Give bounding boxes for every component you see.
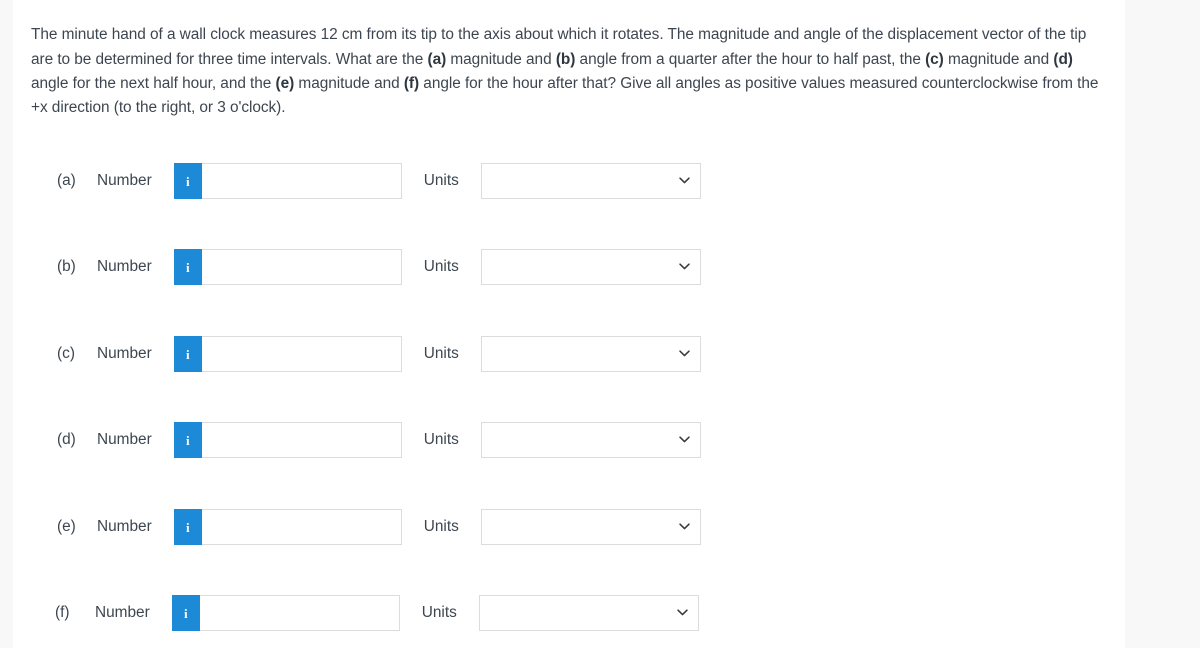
question-part-label: (e): [275, 74, 295, 92]
units-select-c[interactable]: [480, 336, 701, 372]
units-select-wrap-f: [478, 595, 699, 631]
info-icon-e[interactable]: i: [173, 509, 202, 545]
number-label-f: Number: [95, 604, 150, 621]
units-label-c: Units: [423, 345, 459, 362]
row-label-f: (f): [55, 604, 70, 621]
number-input-group-c: i: [173, 336, 402, 372]
units-label-e: Units: [423, 518, 459, 535]
units-select-a[interactable]: [480, 163, 701, 199]
number-label-b: Number: [97, 258, 152, 275]
units-select-wrap-a: [480, 163, 701, 199]
number-input-group-d: i: [173, 422, 402, 458]
answer-row-e: (e) Number i Units: [57, 507, 701, 547]
row-label-b: (b): [57, 258, 76, 275]
right-gutter: [1125, 0, 1200, 648]
number-label-e: Number: [97, 518, 152, 535]
question-part-label: (c): [925, 50, 944, 68]
number-input-a[interactable]: [201, 163, 402, 199]
question-part-label: (f): [403, 74, 420, 92]
row-label-c: (c): [57, 345, 75, 362]
number-label-c: Number: [97, 345, 152, 362]
number-input-e[interactable]: [201, 509, 402, 545]
question-text-fragment: angle from a quarter after the hour to h…: [575, 50, 926, 68]
units-label-f: Units: [421, 604, 457, 621]
row-label-d: (d): [57, 431, 76, 448]
number-input-b[interactable]: [201, 249, 402, 285]
question-text-fragment: magnitude and: [294, 74, 404, 92]
info-icon-c[interactable]: i: [173, 336, 202, 372]
number-label-d: Number: [97, 431, 152, 448]
info-icon-b[interactable]: i: [173, 249, 202, 285]
units-select-wrap-c: [480, 336, 701, 372]
question-part-label: (d): [1053, 50, 1073, 68]
row-label-e: (e): [57, 518, 76, 535]
number-input-group-b: i: [173, 249, 402, 285]
units-select-wrap-e: [480, 509, 701, 545]
number-input-d[interactable]: [201, 422, 402, 458]
units-label-b: Units: [423, 258, 459, 275]
units-select-e[interactable]: [480, 509, 701, 545]
units-select-wrap-d: [480, 422, 701, 458]
answer-row-c: (c) Number i Units: [57, 334, 701, 374]
number-input-c[interactable]: [201, 336, 402, 372]
page-root: The minute hand of a wall clock measures…: [0, 0, 1200, 648]
content-pane: The minute hand of a wall clock measures…: [13, 0, 1125, 648]
left-gutter: [0, 0, 13, 648]
answer-row-f: (f) Number i Units: [55, 593, 699, 633]
units-select-wrap-b: [480, 249, 701, 285]
number-input-f[interactable]: [199, 595, 400, 631]
info-icon-f[interactable]: i: [171, 595, 200, 631]
row-label-a: (a): [57, 172, 76, 189]
units-label-d: Units: [423, 431, 459, 448]
answer-row-a: (a) Number i Units: [57, 161, 701, 201]
question-part-label: (a): [427, 50, 447, 68]
units-label-a: Units: [423, 172, 459, 189]
question-text: The minute hand of a wall clock measures…: [31, 23, 1103, 120]
number-input-group-e: i: [173, 509, 402, 545]
units-select-d[interactable]: [480, 422, 701, 458]
question-text-fragment: magnitude and: [446, 50, 556, 68]
info-icon-a[interactable]: i: [173, 163, 202, 199]
answer-row-b: (b) Number i Units: [57, 247, 701, 287]
units-select-f[interactable]: [478, 595, 699, 631]
question-text-fragment: magnitude and: [943, 50, 1054, 68]
info-icon-d[interactable]: i: [173, 422, 202, 458]
question-text-fragment: angle for the next half hour, and the: [31, 74, 276, 92]
question-part-label: (b): [555, 50, 576, 68]
number-label-a: Number: [97, 172, 152, 189]
number-input-group-a: i: [173, 163, 402, 199]
units-select-b[interactable]: [480, 249, 701, 285]
answer-row-d: (d) Number i Units: [57, 420, 701, 460]
number-input-group-f: i: [171, 595, 400, 631]
